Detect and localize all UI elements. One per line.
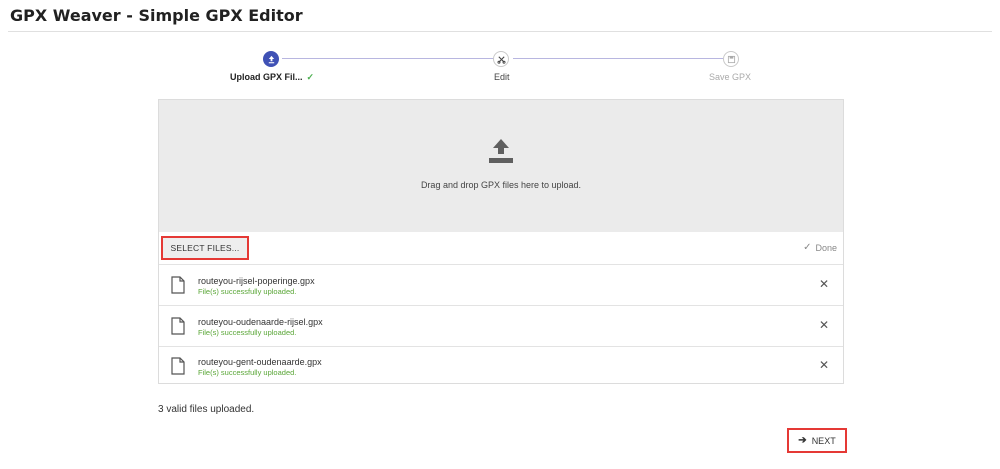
- app-title: GPX Weaver - Simple GPX Editor: [10, 6, 303, 25]
- step-connector: [282, 58, 501, 59]
- next-button[interactable]: ➔ NEXT: [787, 428, 847, 453]
- remove-file-icon[interactable]: ✕: [819, 319, 829, 331]
- file-row: routeyou-gent-oudenaarde.gpx File(s) suc…: [159, 346, 843, 386]
- scissors-icon: [496, 55, 506, 64]
- step-upload-label: Upload GPX Fil...: [230, 72, 303, 82]
- done-label: Done: [815, 242, 837, 253]
- dropzone[interactable]: Drag and drop GPX files here to upload.: [159, 100, 843, 232]
- step-save-icon: [723, 51, 739, 67]
- step-edit-icon[interactable]: [493, 51, 509, 67]
- file-name: routeyou-rijsel-poperinge.gpx: [198, 276, 315, 286]
- step-upload[interactable]: Upload GPX Fil... ✓: [230, 72, 314, 83]
- select-files-button[interactable]: SELECT FILES...: [161, 236, 249, 260]
- file-name: routeyou-oudenaarde-rijsel.gpx: [198, 317, 323, 327]
- title-divider: [8, 31, 992, 32]
- valid-files-summary: 3 valid files uploaded.: [158, 404, 255, 415]
- check-icon: ✓: [306, 72, 315, 82]
- remove-file-icon[interactable]: ✕: [819, 278, 829, 290]
- step-save: Save GPX: [709, 72, 752, 82]
- next-label: NEXT: [811, 435, 836, 446]
- upload-card: Drag and drop GPX files here to upload. …: [158, 99, 844, 384]
- done-status: ✓ Done: [803, 242, 837, 253]
- upload-toolbar: SELECT FILES... ✓ Done: [159, 232, 843, 265]
- save-icon: [727, 55, 735, 63]
- file-icon: [171, 357, 185, 375]
- checkmark-icon: ✓: [803, 242, 812, 253]
- file-icon: [171, 276, 185, 294]
- arrow-right-icon: ➔: [798, 435, 807, 446]
- dropzone-hint: Drag and drop GPX files here to upload.: [420, 180, 582, 190]
- upload-icon: [268, 55, 274, 63]
- step-connector: [513, 58, 723, 59]
- file-status: File(s) successfully uploaded.: [198, 368, 297, 377]
- file-status: File(s) successfully uploaded.: [198, 328, 297, 337]
- file-row: routeyou-oudenaarde-rijsel.gpx File(s) s…: [159, 306, 843, 347]
- file-status: File(s) successfully uploaded.: [198, 287, 297, 296]
- step-upload-icon[interactable]: [263, 51, 279, 67]
- upload-arrow-icon: [489, 139, 513, 163]
- file-row: routeyou-rijsel-poperinge.gpx File(s) su…: [159, 265, 843, 306]
- stepper: Upload GPX Fil... ✓ Edit Save GPX: [158, 48, 844, 88]
- step-edit[interactable]: Edit: [494, 72, 510, 82]
- file-icon: [171, 317, 185, 335]
- file-name: routeyou-gent-oudenaarde.gpx: [198, 357, 322, 367]
- remove-file-icon[interactable]: ✕: [819, 359, 829, 371]
